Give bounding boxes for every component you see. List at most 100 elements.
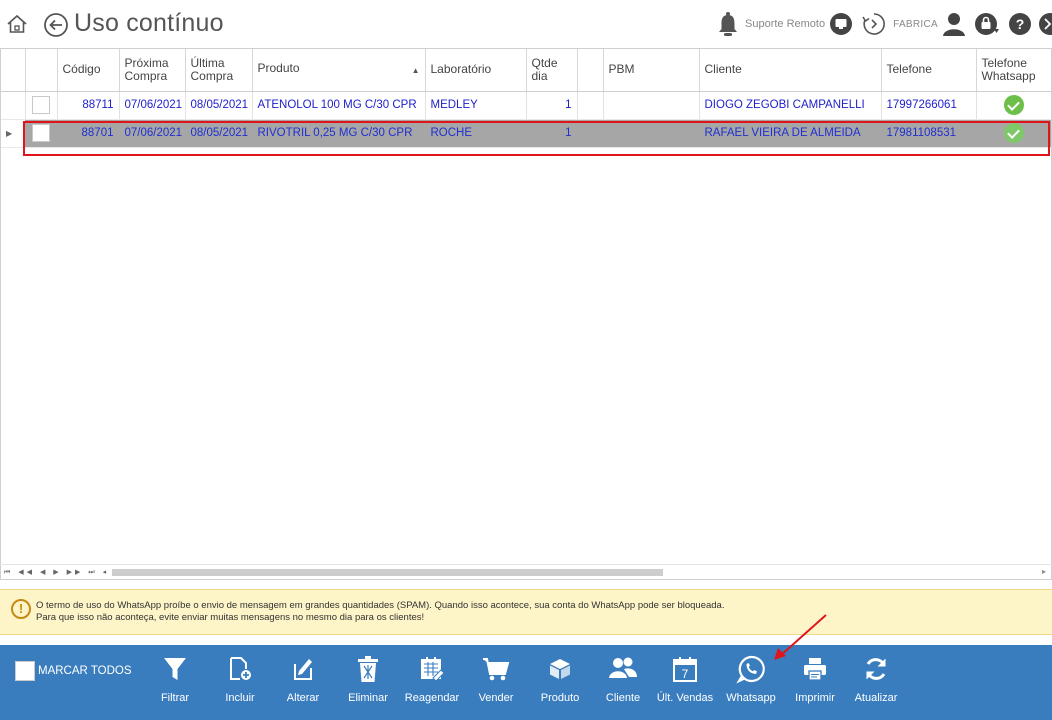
- table-header: Código Próxima Compra Última Compra Prod…: [1, 49, 1051, 92]
- cell-qtde: 1: [526, 91, 578, 120]
- user-label[interactable]: FABRICA: [893, 19, 938, 30]
- col-cliente[interactable]: Cliente: [699, 49, 882, 92]
- cell-produto: ATENOLOL 100 MG C/30 CPR: [252, 91, 426, 120]
- cliente-button[interactable]: Cliente: [593, 653, 653, 704]
- mark-all-label: MARCAR TODOS: [38, 665, 132, 677]
- incluir-label: Incluir: [225, 692, 255, 704]
- cell-cliente: DIOGO ZEGOBI CAMPANELLI: [699, 91, 882, 120]
- data-table: Código Próxima Compra Última Compra Prod…: [1, 49, 1051, 148]
- col-ultima-label: Última Compra: [190, 55, 234, 83]
- cell-produto: RIVOTRIL 0,25 MG C/30 CPR: [252, 119, 426, 148]
- top-right-actions: Suporte Remoto FABRICA ?: [717, 8, 1052, 40]
- cliente-label: Cliente: [605, 692, 641, 704]
- calendar-day-number: 7: [682, 667, 689, 681]
- atualizar-button[interactable]: Atualizar: [846, 653, 906, 704]
- refresh-circle-icon[interactable]: [861, 11, 887, 37]
- warning-icon: !: [11, 599, 31, 619]
- warning-line-2: Para que isso não aconteça, evite enviar…: [36, 612, 425, 623]
- col-telefone[interactable]: Telefone: [881, 49, 977, 92]
- eliminar-label: Eliminar: [348, 692, 388, 704]
- remote-support-label[interactable]: Suporte Remoto: [745, 18, 825, 30]
- eliminar-button[interactable]: Eliminar: [338, 653, 398, 704]
- alterar-label: Alterar: [286, 692, 320, 704]
- col-laboratorio[interactable]: Laboratório: [425, 49, 527, 92]
- logout-lock-icon[interactable]: [974, 11, 1000, 37]
- refresh-icon: [866, 658, 886, 680]
- col-qtde-label: Qtde dia: [531, 55, 558, 83]
- col-produto[interactable]: Produto ▲: [252, 49, 426, 92]
- bell-icon[interactable]: [717, 11, 739, 37]
- horizontal-scrollbar-thumb[interactable]: [112, 569, 663, 576]
- mark-all-box[interactable]: [15, 661, 35, 681]
- row-select-cell[interactable]: [25, 119, 58, 148]
- mark-all-checkbox[interactable]: MARCAR TODOS: [15, 661, 132, 681]
- col-ultima-compra[interactable]: Última Compra: [185, 49, 253, 92]
- warning-line-1: O termo de uso do WhatsApp proíbe o envi…: [36, 600, 725, 611]
- cell-laboratorio: ROCHE: [425, 119, 527, 148]
- ult-vendas-button[interactable]: 7 Últ. Vendas: [655, 653, 715, 704]
- alterar-button[interactable]: Alterar: [273, 653, 333, 704]
- home-icon[interactable]: [6, 13, 28, 35]
- col-proxima-compra[interactable]: Próxima Compra: [119, 49, 186, 92]
- table-row[interactable]: 88711 07/06/2021 08/05/2021 ATENOLOL 100…: [1, 91, 1051, 120]
- row-checkbox[interactable]: [32, 96, 50, 114]
- col-pbm[interactable]: PBM: [603, 49, 700, 92]
- imprimir-label: Imprimir: [795, 692, 835, 704]
- select-header[interactable]: [25, 49, 58, 92]
- imprimir-button[interactable]: Imprimir: [785, 653, 845, 704]
- filtrar-button[interactable]: Filtrar: [145, 653, 205, 704]
- produto-button[interactable]: Produto: [530, 653, 590, 704]
- atualizar-label: Atualizar: [854, 692, 898, 704]
- reagendar-label: Reagendar: [404, 692, 460, 704]
- col-proxima-label: Próxima Compra: [124, 55, 169, 83]
- row-select-cell[interactable]: [25, 91, 58, 120]
- cell-whatsapp[interactable]: [976, 91, 1051, 120]
- back-arrow-icon[interactable]: [43, 12, 69, 38]
- sort-asc-icon: ▲: [411, 66, 420, 76]
- row-checkbox[interactable]: [32, 124, 50, 142]
- cell-cliente: RAFAEL VIEIRA DE ALMEIDA: [699, 119, 882, 148]
- col-qtde-dia[interactable]: Qtde dia: [526, 49, 578, 92]
- monitor-chat-icon[interactable]: [829, 12, 853, 36]
- users-icon: [609, 657, 637, 678]
- cell-pbm: [603, 91, 700, 120]
- pager-buttons[interactable]: ⏮ ◀◀ ◀ ▶ ▶▶ ⏭ ◂: [0, 568, 110, 577]
- vender-button[interactable]: Vender: [466, 653, 526, 704]
- cell-ultima: 08/05/2021: [185, 91, 253, 120]
- col-telefone-whatsapp[interactable]: Telefone Whatsapp: [976, 49, 1051, 92]
- col-codigo[interactable]: Código: [57, 49, 120, 92]
- col-codigo-label: Código: [62, 62, 101, 77]
- close-icon[interactable]: [1038, 12, 1052, 36]
- cart-icon: [483, 658, 510, 681]
- scroll-right-arrow-icon[interactable]: ▸: [1042, 567, 1046, 576]
- whatsapp-icon: [736, 655, 765, 684]
- cell-whatsapp[interactable]: [976, 119, 1051, 148]
- whatsapp-ok-icon: [1004, 95, 1024, 115]
- cell-codigo: 88701: [57, 119, 120, 148]
- reagendar-button[interactable]: Reagendar: [402, 653, 462, 704]
- col-whatsapp-label: Telefone Whatsapp: [981, 55, 1036, 83]
- indicator-header: [1, 49, 26, 92]
- filter-icon: [164, 658, 186, 680]
- row-indicator: ▶: [1, 119, 26, 148]
- svg-text:?: ?: [1016, 16, 1025, 32]
- warning-text: O termo de uso do WhatsApp proíbe o envi…: [36, 600, 724, 624]
- edit-icon: [294, 659, 312, 680]
- produto-label: Produto: [540, 692, 580, 704]
- incluir-button[interactable]: Incluir: [210, 653, 270, 704]
- whatsapp-button[interactable]: Whatsapp: [721, 653, 781, 704]
- bottom-toolbar: MARCAR TODOS Filtrar Incluir Alterar Eli…: [0, 645, 1052, 720]
- data-grid: Código Próxima Compra Última Compra Prod…: [0, 48, 1052, 580]
- col-produto-label: Produto: [257, 61, 300, 76]
- table-row-selected[interactable]: ▶ 88701 07/06/2021 08/05/2021 RIVOTRIL 0…: [1, 119, 1051, 148]
- row-pointer-icon: ▶: [6, 129, 13, 138]
- user-icon[interactable]: [942, 12, 966, 36]
- help-icon[interactable]: ?: [1008, 12, 1032, 36]
- new-document-icon: [230, 657, 251, 680]
- cell-telefone: 17981108531: [881, 119, 977, 148]
- cell-telefone: 17997266061: [881, 91, 977, 120]
- page-title: Uso contínuo: [74, 9, 224, 37]
- cell-qtde: 1: [526, 119, 578, 148]
- col-cliente-label: Cliente: [704, 62, 742, 77]
- col-empty: [577, 49, 604, 92]
